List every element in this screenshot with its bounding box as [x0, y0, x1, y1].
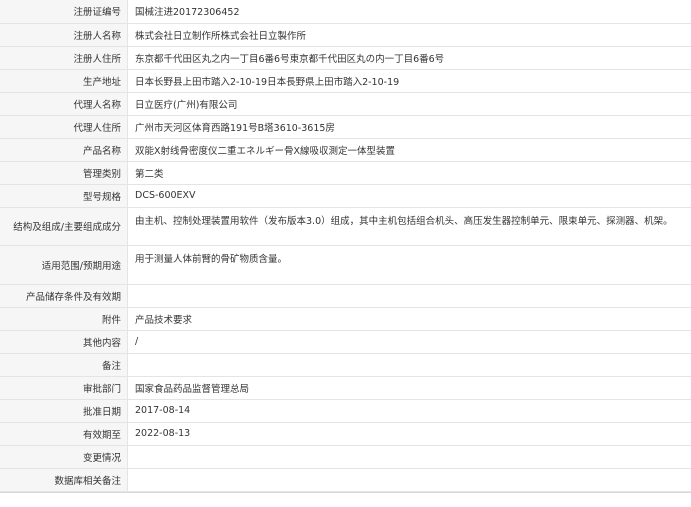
row-label: 变更情况	[0, 445, 128, 468]
table-row: 备注	[0, 353, 691, 376]
row-value: 东京都千代田区丸之内一丁目6番6号東京都千代田区丸の内一丁目6番6号	[128, 46, 691, 69]
row-value	[128, 468, 691, 491]
row-value: 双能X射线骨密度仪二重エネルギー骨X線吸収測定一体型装置	[128, 138, 691, 161]
row-label: 管理类别	[0, 161, 128, 184]
table-row: 型号规格 DCS-600EXV	[0, 184, 691, 207]
row-value: 用于测量人体前臂的骨矿物质含量。	[128, 245, 691, 284]
row-label: 审批部门	[0, 376, 128, 399]
table-row: 变更情况	[0, 445, 691, 468]
table-row: 生产地址 日本长野县上田市踏入2-10-19日本長野県上田市踏入2-10-19	[0, 69, 691, 92]
table-row: 产品储存条件及有效期	[0, 284, 691, 307]
table-row: 批准日期 2017-08-14	[0, 399, 691, 422]
table-row: 注册人住所 东京都千代田区丸之内一丁目6番6号東京都千代田区丸の内一丁目6番6号	[0, 46, 691, 69]
table-row: 管理类别 第二类	[0, 161, 691, 184]
table-row: 数据库相关备注	[0, 468, 691, 491]
row-value: 2017-08-14	[128, 399, 691, 422]
row-label: 结构及组成/主要组成成分	[0, 207, 128, 245]
table-row: 结构及组成/主要组成成分 由主机、控制处理装置用软件（发布版本3.0）组成，其中…	[0, 207, 691, 245]
row-label: 产品储存条件及有效期	[0, 284, 128, 307]
row-label: 附件	[0, 307, 128, 330]
table-row: 有效期至 2022-08-13	[0, 422, 691, 445]
row-label: 注册证编号	[0, 0, 128, 23]
row-value: 日本长野县上田市踏入2-10-19日本長野県上田市踏入2-10-19	[128, 69, 691, 92]
row-value: 由主机、控制处理装置用软件（发布版本3.0）组成，其中主机包括组合机头、高压发生…	[128, 207, 691, 245]
table-row: 代理人名称 日立医疗(广州)有限公司	[0, 92, 691, 115]
row-label: 注册人名称	[0, 23, 128, 46]
table-row: 注册证编号 国械注进20172306452	[0, 0, 691, 23]
table-row: 注册人名称 株式会社日立制作所株式会社日立製作所	[0, 23, 691, 46]
row-value: 株式会社日立制作所株式会社日立製作所	[128, 23, 691, 46]
row-label: 产品名称	[0, 138, 128, 161]
row-label: 注册人住所	[0, 46, 128, 69]
row-value	[128, 353, 691, 376]
row-value: DCS-600EXV	[128, 184, 691, 207]
row-value: 日立医疗(广州)有限公司	[128, 92, 691, 115]
row-value: /	[128, 330, 691, 353]
row-value	[128, 284, 691, 307]
row-value: 国家食品药品监督管理总局	[128, 376, 691, 399]
row-label: 有效期至	[0, 422, 128, 445]
row-label: 批准日期	[0, 399, 128, 422]
table-row: 附件 产品技术要求	[0, 307, 691, 330]
row-label: 生产地址	[0, 69, 128, 92]
table-row: 代理人住所 广州市天河区体育西路191号B塔3610-3615房	[0, 115, 691, 138]
row-label: 适用范围/预期用途	[0, 245, 128, 284]
row-value: 第二类	[128, 161, 691, 184]
row-value: 2022-08-13	[128, 422, 691, 445]
row-label: 代理人住所	[0, 115, 128, 138]
table-row: 产品名称 双能X射线骨密度仪二重エネルギー骨X線吸収測定一体型装置	[0, 138, 691, 161]
row-value: 国械注进20172306452	[128, 0, 691, 23]
table-row: 适用范围/预期用途 用于测量人体前臂的骨矿物质含量。	[0, 245, 691, 284]
table-row: 其他内容 /	[0, 330, 691, 353]
row-label: 代理人名称	[0, 92, 128, 115]
page-bottom-divider	[0, 492, 691, 507]
row-value	[128, 445, 691, 468]
row-label: 数据库相关备注	[0, 468, 128, 491]
row-label: 其他内容	[0, 330, 128, 353]
row-value: 产品技术要求	[128, 307, 691, 330]
row-value: 广州市天河区体育西路191号B塔3610-3615房	[128, 115, 691, 138]
row-label: 备注	[0, 353, 128, 376]
registration-record-table: 注册证编号 国械注进20172306452 注册人名称 株式会社日立制作所株式会…	[0, 0, 691, 492]
table-row: 审批部门 国家食品药品监督管理总局	[0, 376, 691, 399]
row-label: 型号规格	[0, 184, 128, 207]
